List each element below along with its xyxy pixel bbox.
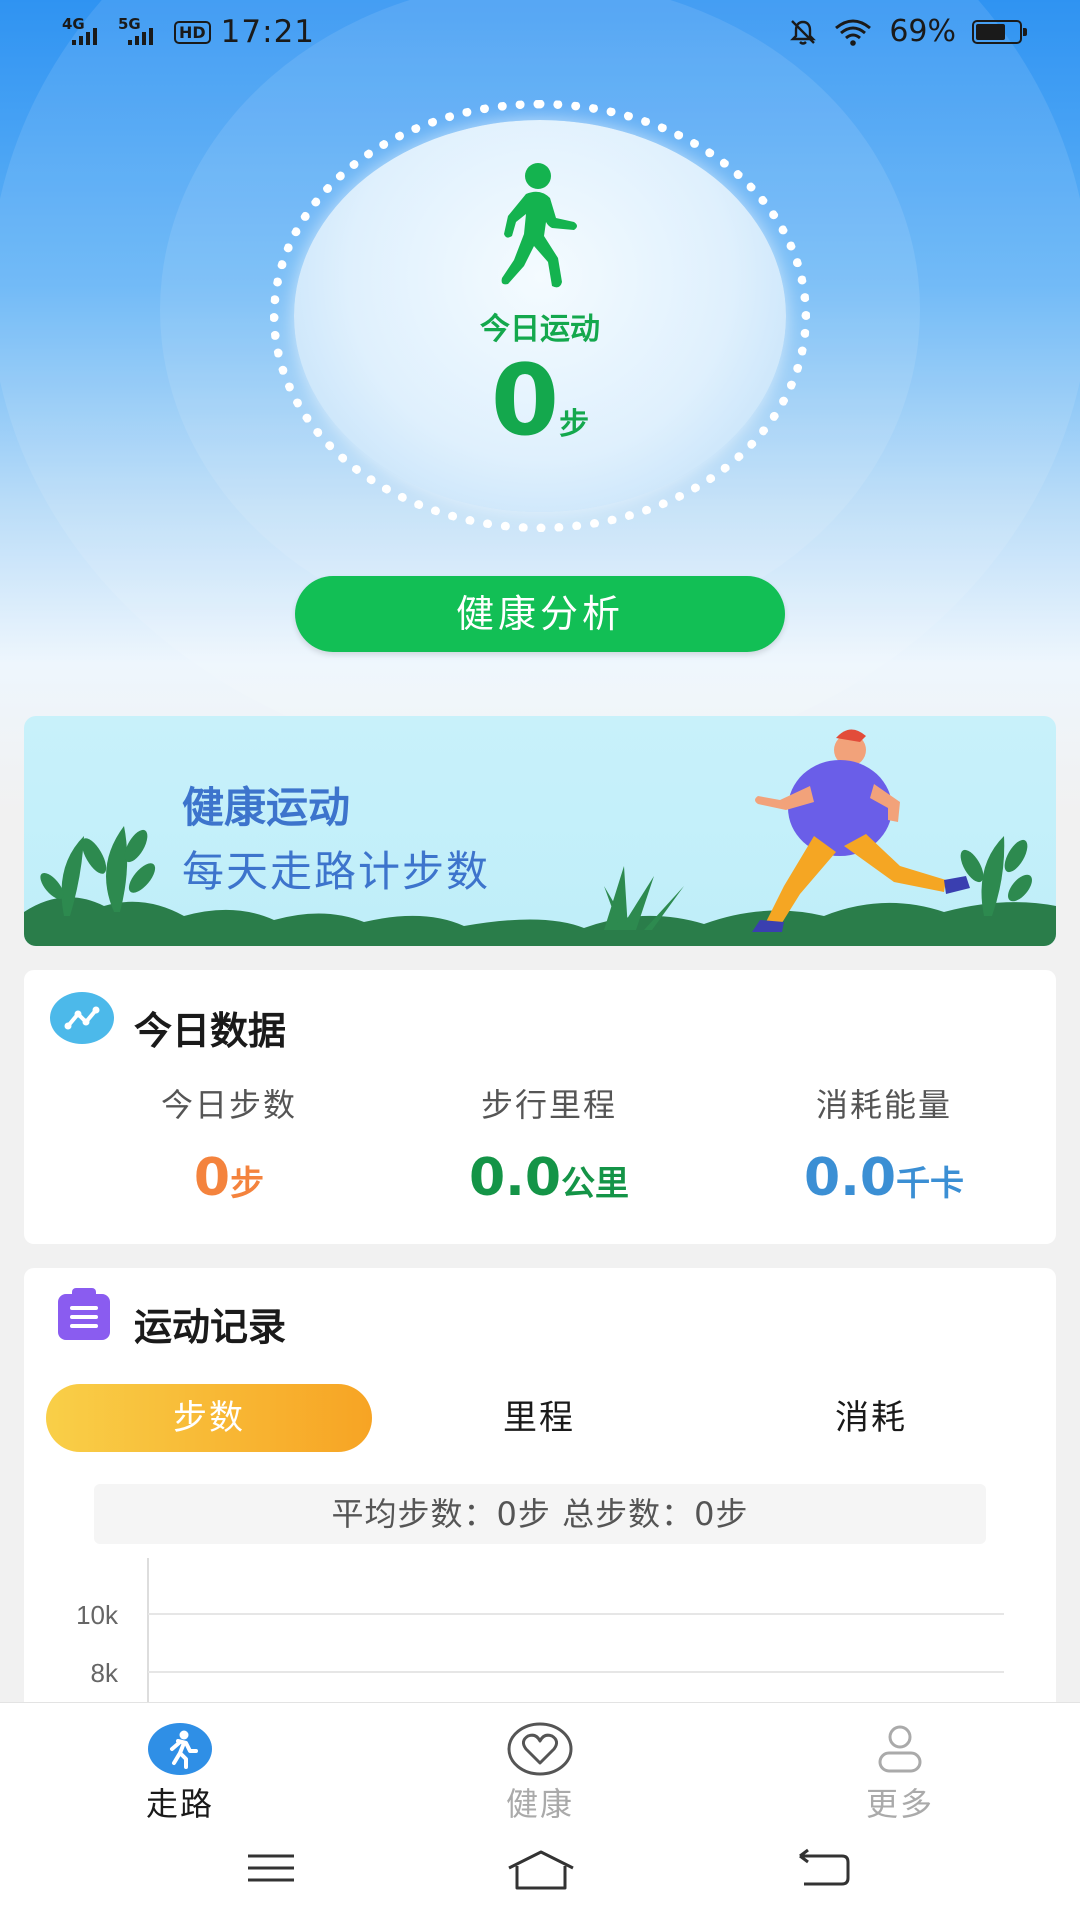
today-steps-display: 0步 (0, 352, 1080, 450)
user-icon (878, 1725, 922, 1773)
status-bar: 4G 5G HD 17:21 69% (0, 0, 1080, 66)
steps-summary: 平均步数：0步 总步数：0步 (94, 1484, 986, 1544)
tab-calories[interactable]: 消耗 (708, 1384, 1034, 1452)
tab-distance[interactable]: 里程 (376, 1384, 702, 1452)
stat-calories-value: 0.0 (803, 1148, 897, 1208)
stat-steps-unit: 步 (230, 1164, 265, 1204)
tab-steps[interactable]: 步数 (46, 1384, 372, 1452)
nav-health[interactable]: 健康 (440, 1703, 640, 1827)
back-icon[interactable] (796, 1848, 852, 1888)
promo-banner[interactable]: 健康运动 每天走路计步数 (24, 716, 1056, 946)
hd-icon: HD (174, 20, 211, 44)
nav-more[interactable]: 更多 (800, 1703, 1000, 1827)
nav-health-label: 健康 (505, 1785, 574, 1823)
stat-calories: 消耗能量 0.0千卡 (724, 1080, 1044, 1208)
runner-figure (752, 729, 970, 932)
stat-distance: 步行里程 0.0公里 (389, 1080, 709, 1208)
sport-records-title: 运动记录 (134, 1305, 287, 1349)
stat-steps-label: 今日步数 (160, 1086, 297, 1124)
today-steps-value: 0 (490, 344, 560, 458)
stat-calories-unit: 千卡 (896, 1164, 965, 1204)
system-nav-bar (0, 1826, 1080, 1920)
status-right: 69% (789, 14, 1027, 49)
wifi-icon (835, 19, 872, 46)
signal-icon: 4G (62, 17, 108, 47)
y-tick-label: 10k (76, 1600, 119, 1630)
heart-icon (507, 1722, 573, 1776)
today-sport-label: 今日运动 (480, 312, 600, 347)
y-tick-label: 8k (91, 1658, 119, 1688)
stat-calories-label: 消耗能量 (815, 1086, 952, 1124)
walker-icon (501, 163, 577, 288)
mute-icon (790, 19, 817, 45)
nav-walk-label: 走路 (145, 1785, 214, 1823)
stat-distance-unit: 公里 (561, 1164, 630, 1204)
nav-more-label: 更多 (865, 1785, 934, 1823)
status-left: 4G 5G HD 17:21 (62, 14, 315, 50)
signal-icon: 5G (118, 17, 164, 47)
today-data-title: 今日数据 (134, 1009, 287, 1053)
home-icon[interactable] (505, 1848, 577, 1892)
stat-distance-value: 0.0 (468, 1148, 562, 1208)
chart-line-icon (50, 992, 114, 1044)
banner-title: 健康运动 (182, 783, 351, 832)
menu-icon[interactable] (244, 1848, 298, 1888)
stat-steps: 今日步数 0步 (69, 1080, 389, 1208)
banner-illustration (24, 729, 1056, 946)
walk-icon (148, 1723, 212, 1775)
banner-subtitle: 每天走路计步数 (182, 847, 491, 896)
status-time: 17:21 (220, 14, 316, 50)
clipboard-icon (58, 1288, 110, 1340)
today-data-card: 今日数据 今日步数 0步 步行里程 0.0公里 消耗能量 0.0千卡 (24, 970, 1056, 1244)
health-analysis-button[interactable]: 健康分析 (295, 576, 785, 652)
today-steps-unit: 步 (559, 407, 590, 442)
bottom-nav: 走路 健康 更多 (0, 1702, 1080, 1826)
stat-distance-label: 步行里程 (480, 1086, 617, 1124)
sport-records-card: 运动记录 步数 里程 消耗 平均步数：0步 总步数：0步 10k 8k (24, 1268, 1056, 1728)
battery-icon (972, 19, 1027, 44)
stat-steps-value: 0 (193, 1148, 231, 1208)
battery-percent: 69% (889, 14, 956, 49)
nav-walk[interactable]: 走路 (80, 1703, 280, 1827)
